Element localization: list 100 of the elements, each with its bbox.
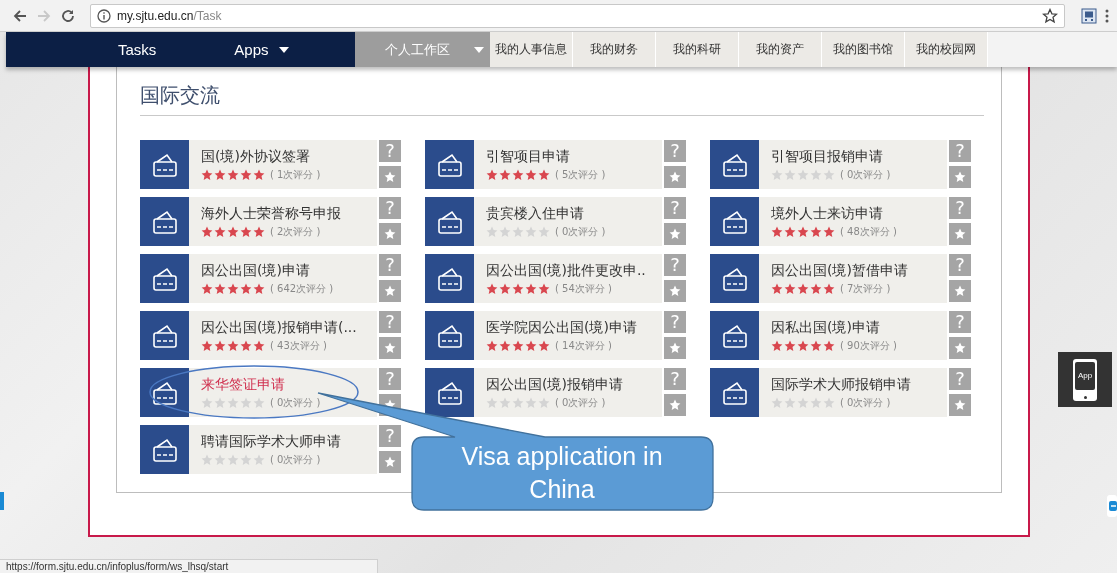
star-icon: [227, 453, 239, 466]
tile-panel[interactable]: 因公出国(境)报销申请(... ( 43次评分 ): [189, 311, 377, 360]
star-icon: [954, 171, 966, 183]
back-icon[interactable]: [12, 7, 28, 24]
rating-count: ( 54次评分 ): [555, 281, 612, 296]
rating-count: ( 0次评分 ): [555, 395, 606, 410]
star-icon: [227, 339, 239, 352]
star-icon: [669, 285, 681, 297]
nav-link[interactable]: Tasks: [118, 41, 157, 58]
star-icon: [784, 339, 796, 352]
nav-link[interactable]: Apps: [234, 41, 289, 58]
tile-panel[interactable]: 境外人士来访申请 ( 48次评分 ): [759, 197, 947, 246]
tile-panel[interactable]: 海外人士荣誉称号申报 ( 2次评分 ): [189, 197, 377, 246]
star-icon: [771, 282, 783, 295]
url-text: my.sjtu.edu.cn/Task: [117, 8, 222, 23]
star-icon: [499, 168, 511, 181]
star-icon: [823, 225, 835, 238]
star-icon: [525, 225, 537, 238]
star-icon: [784, 225, 796, 238]
info-icon[interactable]: [97, 8, 111, 23]
star-icon: [227, 282, 239, 295]
star-icon: [823, 282, 835, 295]
star-icon: [538, 225, 550, 238]
star-icon: [253, 168, 265, 181]
star-icon: [253, 282, 265, 295]
tile-panel[interactable]: 因公出国(境)暂借申请 ( 7次评分 ): [759, 254, 947, 303]
star-icon: [384, 228, 396, 240]
tile-panel[interactable]: 医学院因公出国(境)申请 ( 14次评分 ): [474, 311, 662, 360]
star-icon: [669, 171, 681, 183]
star-icon: [823, 339, 835, 352]
menu-icon[interactable]: [1105, 7, 1109, 24]
card-icon[interactable]: [425, 197, 474, 246]
star-icon: [784, 168, 796, 181]
star-icon: [240, 225, 252, 238]
card-icon[interactable]: [140, 425, 189, 474]
card-icon[interactable]: [710, 368, 759, 417]
star-icon: [253, 396, 265, 409]
star-icon: [499, 339, 511, 352]
card-icon[interactable]: [710, 311, 759, 360]
star-icon: [771, 396, 783, 409]
star-icon: [214, 339, 226, 352]
card-icon[interactable]: [425, 311, 474, 360]
address-bar[interactable]: my.sjtu.edu.cn/Task: [90, 3, 1065, 28]
tile-panel[interactable]: 因公出国(境)申请 ( 642次评分 ): [189, 254, 377, 303]
card-icon[interactable]: [425, 254, 474, 303]
tile-panel[interactable]: 聘请国际学术大师申请 ( 0次评分 ): [189, 425, 377, 474]
card-icon[interactable]: [140, 311, 189, 360]
card-icon[interactable]: [140, 254, 189, 303]
rating-count: ( 0次评分 ): [270, 395, 321, 410]
star-icon: [201, 282, 213, 295]
rating-count: ( 0次评分 ): [555, 224, 606, 239]
tile-panel[interactable]: 国(境)外协议签署 ( 1次评分 ): [189, 140, 377, 189]
app-button[interactable]: App: [1058, 352, 1112, 407]
star-icon: [214, 396, 226, 409]
star-icon: [954, 228, 966, 240]
star-icon: [384, 171, 396, 183]
star-icon: [499, 282, 511, 295]
extension-icon[interactable]: [1081, 7, 1097, 24]
star-icon: [538, 282, 550, 295]
star-icon: [797, 168, 809, 181]
star-icon: [823, 168, 835, 181]
star-icon: [214, 225, 226, 238]
star-icon: [499, 225, 511, 238]
star-icon: [810, 225, 822, 238]
rating-count: ( 90次评分 ): [840, 338, 897, 353]
star-icon: [201, 453, 213, 466]
side-tab-icon[interactable]: [1107, 495, 1117, 517]
rating-count: ( 7次评分 ): [840, 281, 891, 296]
star-icon: [797, 225, 809, 238]
tile-panel[interactable]: 来华签证申请 ( 0次评分 ): [189, 368, 377, 417]
tile-panel[interactable]: 引智项目申请 ( 5次评分 ): [474, 140, 662, 189]
card-icon[interactable]: [710, 140, 759, 189]
star-icon: [240, 339, 252, 352]
star-icon: [797, 396, 809, 409]
card-icon[interactable]: [425, 368, 474, 417]
star-icon: [525, 282, 537, 295]
reload-icon[interactable]: [60, 7, 76, 24]
tile-panel[interactable]: 因公出国(境)批件更改申.. ( 54次评分 ): [474, 254, 662, 303]
tile-panel[interactable]: 贵宾楼入住申请 ( 0次评分 ): [474, 197, 662, 246]
star-icon: [771, 225, 783, 238]
star-icon: [954, 399, 966, 411]
card-icon[interactable]: [140, 197, 189, 246]
card-icon[interactable]: [710, 197, 759, 246]
bookmark-star-icon[interactable]: [1042, 7, 1058, 24]
star-icon: [810, 339, 822, 352]
star-icon: [771, 168, 783, 181]
card-icon[interactable]: [140, 140, 189, 189]
tile-panel[interactable]: 因私出国(境)申请 ( 90次评分 ): [759, 311, 947, 360]
star-icon: [486, 396, 498, 409]
card-icon[interactable]: [710, 254, 759, 303]
card-icon[interactable]: [425, 140, 474, 189]
card-icon[interactable]: [140, 368, 189, 417]
star-icon: [486, 168, 498, 181]
star-icon: [227, 168, 239, 181]
tile-panel[interactable]: 因公出国(境)报销申请 ( 0次评分 ): [474, 368, 662, 417]
tile-panel[interactable]: 引智项目报销申请 ( 0次评分 ): [759, 140, 947, 189]
star-icon: [384, 342, 396, 354]
tile-panel[interactable]: 国际学术大师报销申请 ( 0次评分 ): [759, 368, 947, 417]
rating-count: ( 0次评分 ): [270, 452, 321, 467]
star-icon: [525, 396, 537, 409]
